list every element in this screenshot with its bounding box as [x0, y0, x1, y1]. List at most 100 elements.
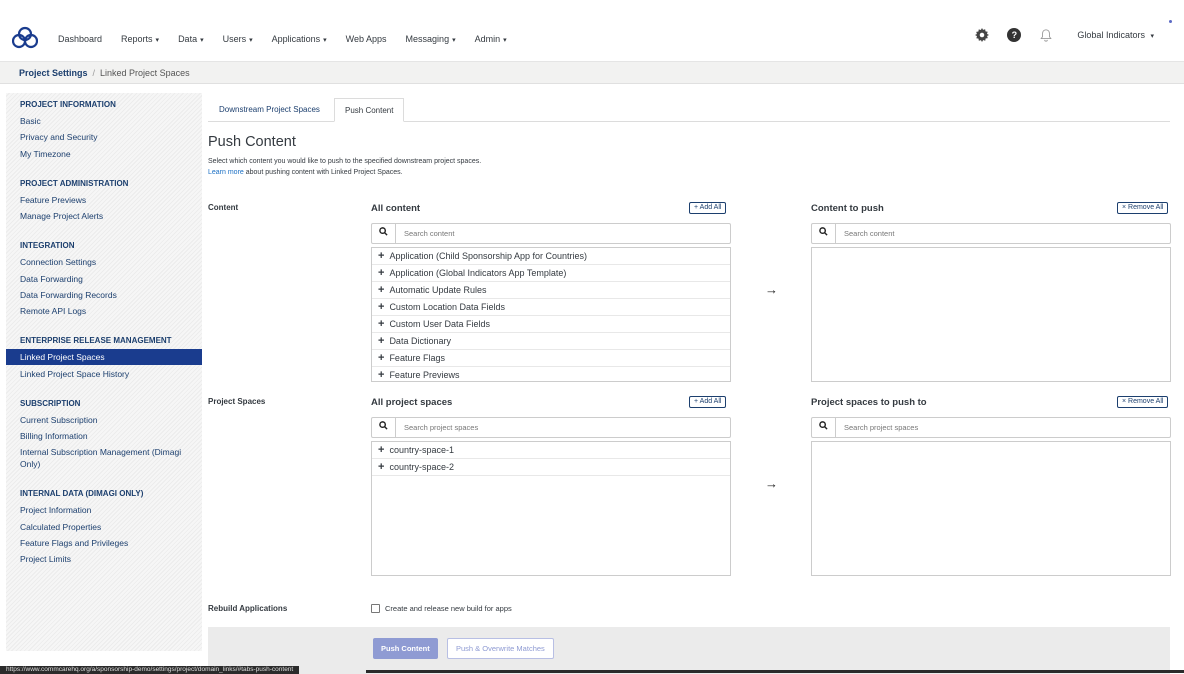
search-icon: [372, 418, 396, 437]
all-content-list: + Application (Child Sponsorship App for …: [371, 247, 731, 382]
search-content-box: Search content: [371, 223, 731, 244]
sidebar: PROJECT INFORMATION Basic Privacy and Se…: [6, 93, 202, 651]
rebuild-applications-label: Rebuild Applications: [208, 604, 288, 613]
list-item[interactable]: + Feature Previews: [372, 367, 730, 381]
remove-all-content-button[interactable]: × Remove All: [1117, 202, 1169, 214]
list-item[interactable]: + country-space-1: [372, 442, 730, 459]
nav-admin[interactable]: Admin ▾: [475, 34, 507, 44]
sidebar-item-connection-settings[interactable]: Connection Settings: [20, 257, 96, 267]
rebuild-checkbox-label: Create and release new build for apps: [385, 604, 512, 613]
sidebar-item-remote-api-logs[interactable]: Remote API Logs: [20, 306, 86, 316]
sidebar-item-basic[interactable]: Basic: [20, 116, 41, 126]
content-label: Content: [208, 203, 239, 212]
sidebar-heading-subscription: SUBSCRIPTION: [20, 399, 81, 408]
search-selected-content-input[interactable]: Search content: [844, 224, 894, 243]
breadcrumb-project-settings[interactable]: Project Settings: [19, 68, 88, 78]
page-description: Select which content you would like to p…: [208, 156, 481, 178]
nav-reports[interactable]: Reports ▾: [121, 34, 159, 44]
push-content-button[interactable]: Push Content: [373, 638, 438, 659]
plus-icon: +: [378, 369, 385, 381]
sidebar-item-project-information[interactable]: Project Information: [20, 505, 91, 515]
all-content-title: All content: [371, 203, 421, 214]
chevron-down-icon: ▾: [323, 37, 327, 44]
chevron-down-icon: ▾: [155, 37, 160, 44]
sidebar-item-internal-subscription-management[interactable]: Internal Subscription Management (Dimagi…: [20, 446, 196, 470]
sidebar-heading-enterprise-release-management: ENTERPRISE RELEASE MANAGEMENT: [20, 336, 172, 345]
remove-all-project-spaces-button[interactable]: × Remove All: [1117, 396, 1169, 408]
list-item[interactable]: + Application (Child Sponsorship App for …: [372, 248, 730, 265]
content-to-push-list: [811, 247, 1171, 382]
description-text: Select which content you would like to p…: [208, 158, 482, 165]
sidebar-item-feature-previews[interactable]: Feature Previews: [20, 195, 86, 205]
tab-push-content[interactable]: Push Content: [334, 98, 405, 122]
sidebar-item-project-limits[interactable]: Project Limits: [20, 554, 71, 564]
list-item[interactable]: + Custom User Data Fields: [372, 316, 730, 333]
status-bar-line: [366, 670, 1184, 673]
all-project-spaces-list: + country-space-1 + country-space-2: [371, 441, 731, 576]
plus-icon: +: [378, 284, 385, 296]
chevron-down-icon: ▾: [249, 37, 253, 44]
chevron-down-icon: ▾: [1150, 33, 1154, 40]
domain-selector[interactable]: Global Indicators ▾: [1077, 30, 1154, 40]
search-selected-project-spaces-input[interactable]: Search project spaces: [844, 418, 918, 437]
search-icon: [812, 224, 836, 243]
sidebar-item-linked-project-space-history[interactable]: Linked Project Space History: [20, 369, 129, 379]
nav-applications[interactable]: Applications ▾: [272, 34, 327, 44]
rebuild-checkbox[interactable]: [371, 604, 380, 613]
learn-more-link[interactable]: Learn more: [208, 169, 244, 176]
chevron-down-icon: ▾: [452, 37, 456, 44]
nav-right-controls: ? Global Indicators ▾: [975, 28, 1154, 42]
sidebar-item-current-subscription[interactable]: Current Subscription: [20, 415, 97, 425]
sidebar-item-calculated-properties[interactable]: Calculated Properties: [20, 522, 101, 532]
sidebar-item-my-timezone[interactable]: My Timezone: [20, 149, 71, 159]
nav-web-apps[interactable]: Web Apps: [346, 34, 387, 44]
gear-icon[interactable]: [975, 28, 990, 42]
nav-dashboard[interactable]: Dashboard: [58, 34, 102, 44]
sidebar-heading-integration: INTEGRATION: [20, 241, 75, 250]
push-overwrite-button[interactable]: Push & Overwrite Matches: [447, 638, 554, 659]
add-all-content-button[interactable]: + Add All: [689, 202, 727, 214]
list-item[interactable]: + country-space-2: [372, 459, 730, 476]
project-spaces-label: Project Spaces: [208, 397, 266, 406]
breadcrumb-separator: /: [92, 68, 96, 78]
list-item[interactable]: + Custom Location Data Fields: [372, 299, 730, 316]
nav-data[interactable]: Data ▾: [178, 34, 204, 44]
list-item[interactable]: + Automatic Update Rules: [372, 282, 730, 299]
plus-icon: +: [378, 318, 385, 330]
sidebar-heading-project-administration: PROJECT ADMINISTRATION: [20, 179, 129, 188]
sidebar-item-linked-project-spaces[interactable]: Linked Project Spaces: [20, 352, 105, 362]
page-title: Push Content: [208, 134, 296, 150]
search-selected-project-spaces-box: Search project spaces: [811, 417, 1171, 438]
list-item[interactable]: + Data Dictionary: [372, 333, 730, 350]
main-nav: Dashboard Reports ▾ Data ▾ Users ▾ Applicat…: [58, 34, 526, 44]
tab-downstream-project-spaces[interactable]: Downstream Project Spaces: [209, 98, 330, 122]
sidebar-item-data-forwarding-records[interactable]: Data Forwarding Records: [20, 290, 117, 300]
help-icon[interactable]: ?: [1007, 28, 1022, 42]
arrow-right-icon: →: [765, 282, 778, 297]
search-selected-content-box: Search content: [811, 223, 1171, 244]
all-project-spaces-title: All project spaces: [371, 397, 453, 408]
nav-messaging[interactable]: Messaging ▾: [406, 34, 456, 44]
add-all-project-spaces-button[interactable]: + Add All: [689, 396, 727, 408]
sidebar-item-feature-flags-privileges[interactable]: Feature Flags and Privileges: [20, 538, 128, 548]
content-to-push-title: Content to push: [811, 203, 884, 214]
sidebar-item-data-forwarding[interactable]: Data Forwarding: [20, 274, 83, 284]
sidebar-item-privacy-security[interactable]: Privacy and Security: [20, 132, 97, 142]
plus-icon: +: [378, 250, 385, 262]
top-navbar: Dashboard Reports ▾ Data ▾ Users ▾ Applicat…: [0, 0, 1184, 62]
list-item[interactable]: + Feature Flags: [372, 350, 730, 367]
list-item[interactable]: + Application (Global Indicators App Temp…: [372, 265, 730, 282]
bell-icon[interactable]: [1039, 28, 1053, 42]
nav-users[interactable]: Users ▾: [223, 34, 253, 44]
sidebar-item-billing-information[interactable]: Billing Information: [20, 431, 88, 441]
search-icon: [812, 418, 836, 437]
notification-dot: [1169, 20, 1172, 23]
commcare-logo-icon[interactable]: [12, 26, 38, 50]
breadcrumb-current: Linked Project Spaces: [100, 68, 190, 78]
sidebar-heading-project-information: PROJECT INFORMATION: [20, 100, 116, 109]
search-content-input[interactable]: Search content: [404, 224, 454, 243]
arrow-right-icon: →: [765, 476, 778, 491]
sidebar-item-manage-project-alerts[interactable]: Manage Project Alerts: [20, 211, 103, 221]
chevron-down-icon: ▾: [200, 37, 204, 44]
search-project-spaces-input[interactable]: Search project spaces: [404, 418, 478, 437]
